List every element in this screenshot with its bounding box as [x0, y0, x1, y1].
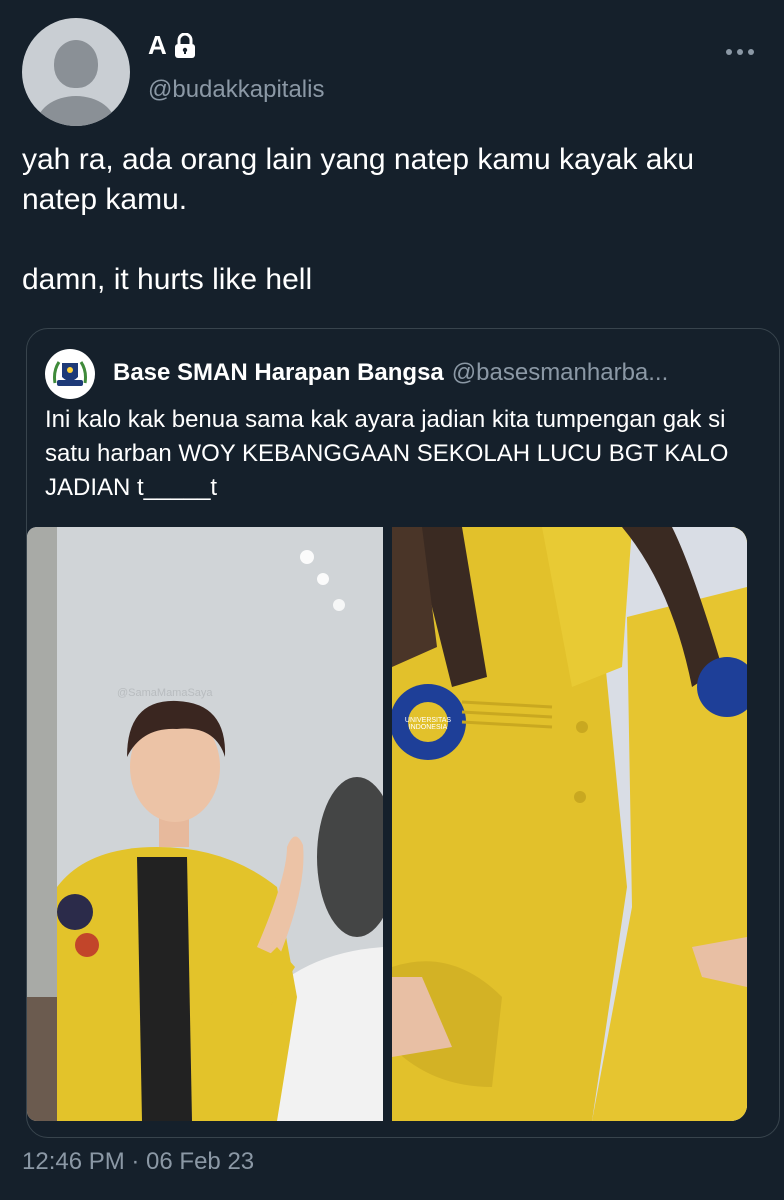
timestamp[interactable]: 12:46 PM · 06 Feb 23: [22, 1148, 254, 1176]
avatar[interactable]: [22, 18, 130, 126]
quote-avatar[interactable]: [45, 349, 95, 399]
tweet-body: yah ra, ada orang lain yang natep kamu k…: [22, 140, 762, 300]
jacket-photo-illustration: [392, 527, 747, 1121]
quote-media[interactable]: @SamaMamaSaya UNIVERSITAS INDONESIA: [27, 527, 779, 1121]
avatar-body-shape: [36, 96, 116, 126]
tweet-detail: A @budakkapitalis yah ra, ada orang lain…: [0, 0, 784, 1200]
quote-header: Base SMAN Harapan Bangsa @basesmanharba..…: [113, 359, 763, 387]
photo-left[interactable]: @SamaMamaSaya: [27, 527, 383, 1121]
quote-text: Ini kalo kak benua sama kak ayara jadian…: [45, 406, 729, 501]
university-badge-text: UNIVERSITAS INDONESIA: [404, 717, 452, 731]
man-photo-illustration: [27, 527, 383, 1121]
quote-display-name[interactable]: Base SMAN Harapan Bangsa: [113, 359, 444, 386]
photo-right[interactable]: UNIVERSITAS INDONESIA: [392, 527, 747, 1121]
handle[interactable]: @budakkapitalis: [148, 76, 324, 104]
watermark-text: @SamaMamaSaya: [117, 687, 213, 699]
quote-handle[interactable]: @basesmanharba...: [452, 359, 668, 386]
tweet-text-line: damn, it hurts like hell: [22, 263, 313, 296]
lock-icon: [174, 32, 195, 58]
school-logo-icon: [46, 350, 94, 398]
more-horizontal-icon[interactable]: [726, 38, 754, 66]
tweet-text-line: yah ra, ada orang lain yang natep kamu k…: [22, 143, 695, 216]
avatar-head-shape: [54, 40, 98, 88]
quote-body: Ini kalo kak benua sama kak ayara jadian…: [45, 403, 765, 505]
quoted-tweet[interactable]: Base SMAN Harapan Bangsa @basesmanharba..…: [26, 328, 780, 1138]
display-name-row[interactable]: A: [148, 30, 197, 61]
display-name[interactable]: A: [148, 30, 167, 61]
